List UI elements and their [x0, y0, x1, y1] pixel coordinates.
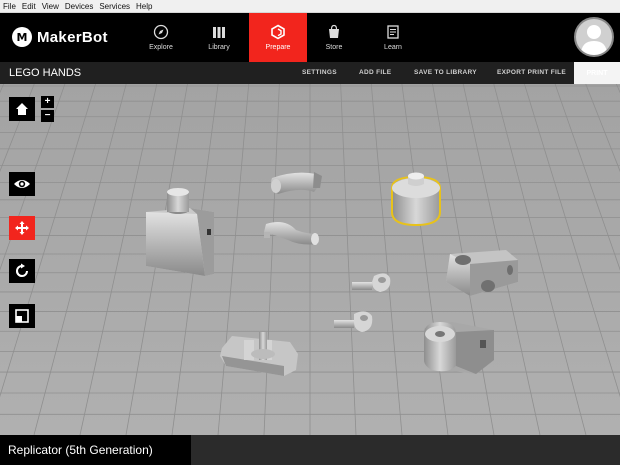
rotate-icon	[16, 263, 28, 277]
part-head-selected[interactable]	[391, 172, 441, 227]
tab-prepare-label: Prepare	[265, 44, 291, 51]
move-icon	[15, 221, 29, 235]
tab-learn[interactable]: Learn	[364, 13, 422, 62]
eye-icon	[14, 180, 30, 188]
status-bar: Replicator (5th Generation)	[0, 435, 620, 465]
makerbot-logo[interactable]: M MakerBot	[12, 27, 108, 47]
build-plate[interactable]	[0, 84, 620, 435]
learn-icon	[385, 24, 401, 40]
scale-tool-button[interactable]	[9, 304, 35, 328]
home-view-button[interactable]	[9, 97, 35, 121]
export-print-file-button[interactable]: EXPORT PRINT FILE	[497, 69, 566, 76]
compass-icon	[153, 24, 169, 40]
library-icon	[211, 24, 227, 40]
menu-devices[interactable]: Devices	[65, 2, 99, 11]
menu-services[interactable]: Services	[99, 2, 136, 11]
save-to-library-button[interactable]: SAVE TO LIBRARY	[414, 69, 477, 76]
home-icon	[16, 103, 28, 115]
build-plate-viewport[interactable]: + −	[0, 84, 620, 435]
menu-bar: File Edit View Devices Services Help	[0, 0, 620, 13]
menu-file[interactable]: File	[3, 2, 22, 11]
tab-learn-label: Learn	[384, 44, 402, 51]
tab-explore[interactable]: Explore	[132, 13, 190, 62]
settings-button[interactable]: SETTINGS	[302, 69, 337, 76]
rotate-tool-button[interactable]	[9, 259, 35, 283]
user-avatar[interactable]	[574, 17, 614, 57]
scale-icon	[15, 309, 29, 323]
tab-store[interactable]: Store	[305, 13, 363, 62]
prepare-icon	[270, 24, 286, 40]
app-header: M MakerBot Explore Library Prepare Store…	[0, 13, 620, 62]
store-icon	[326, 24, 342, 40]
tab-library-label: Library	[208, 44, 230, 51]
menu-help[interactable]: Help	[136, 2, 158, 11]
menu-edit[interactable]: Edit	[22, 2, 42, 11]
zoom-out-button[interactable]: −	[41, 110, 54, 122]
makerbot-logo-icon: M	[12, 27, 32, 47]
tab-prepare[interactable]: Prepare	[249, 13, 307, 62]
print-button[interactable]: PRINT	[574, 62, 620, 84]
project-toolbar: LEGO HANDS SETTINGS ADD FILE SAVE TO LIB…	[0, 62, 620, 84]
tab-library[interactable]: Library	[190, 13, 248, 62]
look-tool-button[interactable]	[9, 172, 35, 196]
part-leg[interactable]	[424, 322, 494, 374]
add-file-button[interactable]: ADD FILE	[359, 69, 391, 76]
move-tool-button[interactable]	[9, 216, 35, 240]
printer-selector[interactable]: Replicator (5th Generation)	[0, 435, 191, 465]
brand-name: MakerBot	[37, 28, 108, 46]
tab-explore-label: Explore	[149, 44, 173, 51]
project-title: LEGO HANDS	[9, 67, 82, 79]
tab-store-label: Store	[325, 44, 343, 51]
menu-view[interactable]: View	[42, 2, 65, 11]
user-icon	[581, 25, 607, 55]
zoom-in-button[interactable]: +	[41, 96, 54, 108]
